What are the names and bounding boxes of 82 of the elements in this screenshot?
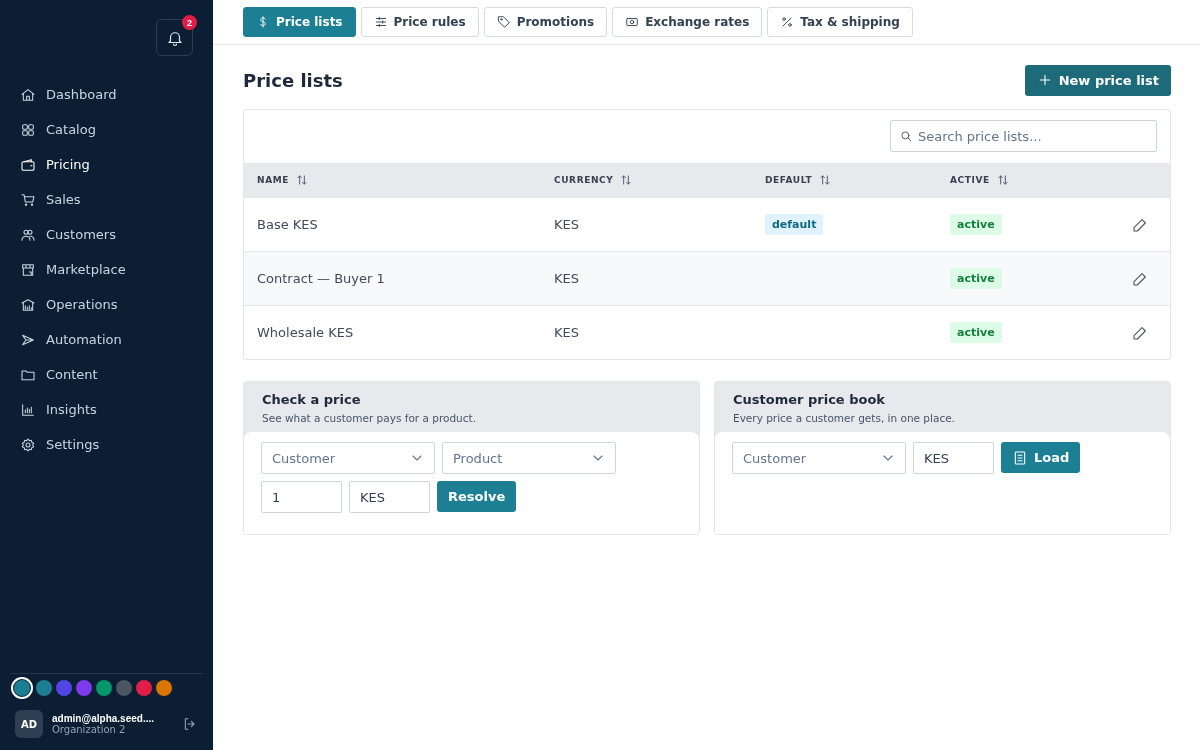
pencil-icon — [1132, 324, 1148, 341]
theme-swatch[interactable] — [116, 680, 132, 696]
column-header[interactable]: NAME — [257, 175, 289, 185]
theme-swatch[interactable] — [36, 680, 52, 696]
search-field[interactable]: Search price lists... — [890, 120, 1157, 152]
sort-icon — [995, 173, 1010, 187]
input-field[interactable]: KES — [913, 442, 994, 474]
status-tag: active — [950, 322, 1002, 343]
page-title: Price lists — [243, 69, 343, 91]
tag-icon — [496, 15, 511, 29]
sort-icon — [295, 173, 309, 187]
document-icon — [1012, 449, 1028, 466]
nav-item[interactable]: Catalog — [20, 112, 96, 147]
select-field[interactable]: Product — [442, 442, 616, 474]
panel-title: Customer price book — [733, 392, 886, 407]
panel-subtitle: See what a customer pays for a product. — [262, 412, 477, 424]
edit-button[interactable] — [1132, 270, 1148, 287]
nav-item[interactable]: Sales — [20, 182, 81, 217]
sliders-icon — [373, 15, 388, 29]
status-tag: active — [950, 214, 1002, 235]
edit-button[interactable] — [1132, 216, 1148, 233]
panel-title: Check a price — [262, 392, 362, 407]
user-email: admin@alpha.seed.... — [52, 713, 155, 724]
tab[interactable]: Promotions — [483, 7, 608, 37]
table-cell: Wholesale KES — [257, 325, 354, 340]
table-cell: KES — [554, 217, 579, 232]
nav-item[interactable]: Operations — [20, 287, 118, 322]
organization-name: Organization 2 — [52, 724, 126, 735]
grid-icon — [20, 121, 36, 138]
table-row[interactable]: Contract — Buyer 1 KES active — [244, 251, 1170, 305]
theme-swatch[interactable] — [56, 680, 72, 696]
nav-item[interactable]: Marketplace — [20, 252, 126, 287]
pencil-icon — [1132, 216, 1148, 233]
column-header[interactable]: CURRENCY — [554, 175, 614, 185]
column-header[interactable]: ACTIVE — [950, 175, 990, 185]
home-icon — [20, 86, 36, 103]
notification-count: 2 — [182, 15, 197, 30]
store-icon — [20, 261, 36, 278]
bar-chart-icon — [20, 401, 36, 418]
tab[interactable]: Price rules — [360, 7, 479, 37]
action-button[interactable]: Load — [1001, 442, 1081, 473]
nav-item[interactable]: Settings — [20, 427, 100, 462]
input-field[interactable]: 1 — [261, 481, 342, 513]
tab[interactable]: Price lists — [243, 7, 356, 37]
panel-subtitle: Every price a customer gets, in one place. — [733, 412, 956, 424]
theme-swatch[interactable] — [156, 680, 172, 696]
table-cell: Base KES — [257, 217, 318, 232]
input-field[interactable]: KES — [349, 481, 430, 513]
pencil-icon — [1132, 270, 1148, 287]
nav-item[interactable]: Content — [20, 357, 98, 392]
table-cell: Contract — Buyer 1 — [257, 271, 385, 286]
sort-icon — [818, 173, 833, 187]
table-cell: KES — [554, 271, 579, 286]
tab[interactable]: Exchange rates — [612, 7, 763, 37]
select-field[interactable]: Customer — [732, 442, 906, 474]
table-row[interactable]: Wholesale KES KES active — [244, 305, 1170, 359]
status-tag: active — [950, 268, 1002, 289]
table-cell: KES — [554, 325, 579, 340]
nav-item[interactable]: Dashboard — [20, 77, 117, 112]
column-header[interactable]: DEFAULT — [765, 175, 813, 185]
tab[interactable]: Tax & shipping — [767, 7, 913, 37]
theme-swatch[interactable] — [136, 680, 152, 696]
theme-swatch[interactable] — [14, 680, 30, 696]
edit-button[interactable] — [1132, 324, 1148, 341]
new-price-list-button[interactable]: New price list — [1024, 64, 1171, 96]
nav-item[interactable]: Insights — [20, 392, 97, 427]
action-button[interactable]: Resolve — [437, 481, 517, 512]
nav-item[interactable]: Automation — [20, 322, 122, 357]
nav-item[interactable]: Customers — [20, 217, 116, 252]
select-field[interactable]: Customer — [261, 442, 435, 474]
theme-swatch[interactable] — [76, 680, 92, 696]
theme-swatch[interactable] — [96, 680, 112, 696]
building-icon — [20, 296, 36, 313]
nav-item[interactable]: Pricing — [20, 147, 90, 182]
banknote-icon — [625, 15, 640, 29]
cart-icon — [20, 191, 36, 208]
user-avatar: AD — [15, 710, 43, 738]
settings-icon — [20, 436, 36, 453]
percent-icon — [780, 15, 795, 29]
sort-icon — [619, 173, 634, 187]
wallet-icon — [20, 156, 36, 173]
default-tag: default — [765, 214, 824, 235]
